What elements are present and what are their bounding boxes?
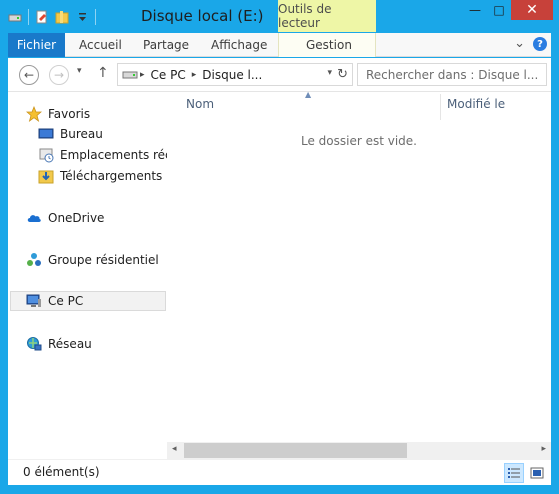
address-bar[interactable]: ▸ Ce PC ▸ Disque l... ▾ ↻ [117, 63, 353, 86]
breadcrumb-separator[interactable]: ▸ [140, 70, 145, 80]
item-count: 0 élément(s) [23, 465, 100, 479]
nav-item-label: Bureau [60, 127, 103, 141]
file-list-pane: ▲ Nom Modifié le Le dossier est vide. ◂ … [167, 90, 551, 459]
close-button[interactable]: ✕ [511, 0, 553, 20]
homegroup-icon [26, 252, 42, 268]
nav-item-label: Favoris [48, 107, 91, 121]
search-placeholder: Rechercher dans : Disque l... [366, 67, 539, 82]
recent-places-icon [38, 147, 54, 163]
nav-item-telechargements[interactable]: Téléchargements [38, 166, 167, 186]
desktop-icon [38, 126, 54, 142]
recent-locations-dropdown[interactable]: ▾ [77, 66, 82, 76]
nav-item-label: Groupe résidentiel [48, 253, 159, 267]
horizontal-scrollbar[interactable]: ◂ ▸ [167, 442, 551, 459]
tab-gestion[interactable]: Gestion [306, 33, 352, 57]
nav-item-label: Emplacements récents [60, 148, 167, 162]
title-bar[interactable]: Disque local (E:) Outils de lecteur — □ … [0, 0, 559, 32]
scrollbar-thumb[interactable] [184, 443, 407, 458]
address-dropdown-icon[interactable]: ▾ [327, 68, 332, 78]
nav-item-label: Réseau [48, 337, 92, 351]
toolbar-separator [28, 9, 29, 25]
network-icon [26, 336, 42, 352]
nav-item-emplacements-recents[interactable]: Emplacements récents [38, 145, 167, 165]
breadcrumb-disque[interactable]: Disque l... [202, 68, 262, 82]
breadcrumb-ce-pc[interactable]: Ce PC [151, 68, 186, 82]
downloads-icon [38, 168, 54, 184]
properties-icon[interactable] [35, 10, 49, 24]
column-separator[interactable] [440, 94, 441, 120]
explorer-window: Disque local (E:) Outils de lecteur — □ … [0, 0, 559, 494]
expand-ribbon-icon[interactable]: ⌄ [514, 37, 525, 51]
nav-item-label: Téléchargements [60, 169, 163, 183]
nav-item-ce-pc[interactable]: Ce PC [10, 291, 166, 311]
nav-item-favoris[interactable]: Favoris [26, 104, 90, 124]
cloud-icon [26, 210, 42, 226]
tab-partage[interactable]: Partage [143, 33, 189, 57]
nav-item-bureau[interactable]: Bureau [38, 124, 167, 144]
ribbon-tab-bar: Fichier Accueil Partage Affichage Gestio… [8, 33, 551, 57]
details-view-button[interactable] [504, 463, 524, 483]
help-icon[interactable]: ? [533, 37, 547, 51]
up-button[interactable]: ↑ [97, 65, 109, 81]
nav-item-reseau[interactable]: Réseau [26, 334, 92, 354]
computer-icon [26, 293, 42, 309]
new-folder-icon[interactable] [55, 10, 69, 24]
large-icons-view-icon [530, 467, 544, 479]
nav-item-onedrive[interactable]: OneDrive [26, 208, 104, 228]
navigation-bar: ← → ▾ ↑ ▸ Ce PC ▸ Disque l... ▾ ↻ Recher… [8, 58, 551, 92]
tab-fichier[interactable]: Fichier [8, 33, 65, 57]
details-view-icon [508, 468, 520, 478]
navigation-pane: Favoris Bureau Emplacements récents Télé… [8, 92, 167, 459]
column-header-nom[interactable]: Nom [186, 97, 214, 111]
large-icons-view-button[interactable] [527, 463, 547, 483]
drive-icon[interactable] [8, 10, 22, 24]
nav-item-label: OneDrive [48, 211, 105, 225]
quick-access-toolbar [8, 9, 96, 25]
tab-accueil[interactable]: Accueil [79, 33, 122, 57]
search-input[interactable]: Rechercher dans : Disque l... [357, 63, 547, 86]
nav-item-groupe-residentiel[interactable]: Groupe résidentiel [26, 250, 159, 270]
sort-ascending-icon: ▲ [305, 90, 312, 99]
scroll-left-button[interactable]: ◂ [172, 444, 177, 454]
window-title: Disque local (E:) [141, 7, 264, 25]
refresh-icon[interactable]: ↻ [337, 67, 348, 82]
forward-button[interactable]: → [49, 65, 69, 85]
tab-affichage[interactable]: Affichage [211, 33, 267, 57]
scroll-right-button[interactable]: ▸ [541, 444, 546, 454]
nav-item-label: Ce PC [48, 294, 84, 308]
back-button[interactable]: ← [19, 65, 39, 85]
minimize-button[interactable]: — [463, 0, 487, 20]
customize-dropdown-icon[interactable] [75, 10, 89, 24]
toolbar-separator [95, 9, 96, 25]
ribbon-options: ⌄ ? [514, 37, 547, 51]
window-controls: — □ ✕ [463, 0, 553, 20]
breadcrumb-separator[interactable]: ▸ [192, 70, 197, 80]
contextual-tab-group-label: Outils de lecteur [278, 0, 376, 32]
drive-icon [122, 69, 138, 81]
status-bar: 0 élément(s) [8, 459, 551, 485]
column-header-modifie-le[interactable]: Modifié le [447, 97, 505, 111]
star-icon [26, 105, 43, 123]
main-content: Favoris Bureau Emplacements récents Télé… [8, 90, 551, 459]
empty-folder-message: Le dossier est vide. [300, 134, 417, 148]
maximize-button[interactable]: □ [487, 0, 511, 20]
